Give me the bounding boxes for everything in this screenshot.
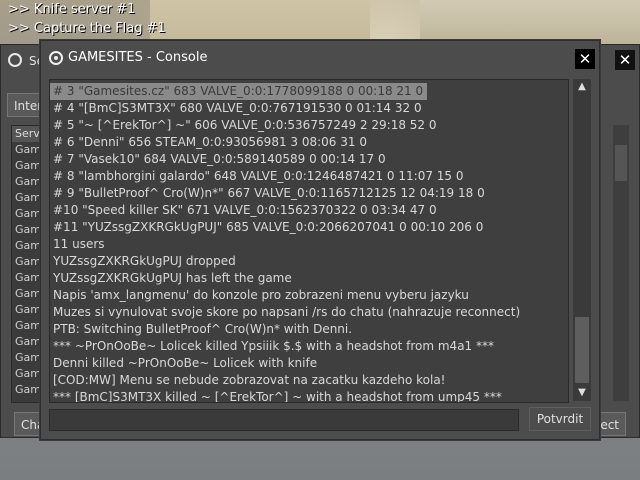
steam-logo-icon bbox=[8, 53, 22, 67]
console-line: YUZssgZXKRGkUgPUJ dropped bbox=[53, 254, 236, 268]
console-line: YUZssgZXKRGkUgPUJ has left the game bbox=[53, 271, 292, 285]
console-line: #11 "YUZssgZXKRGkUgPUJ" 685 VALVE_0:0:20… bbox=[53, 220, 484, 234]
scrollbar-thumb[interactable] bbox=[615, 145, 627, 181]
console-line: Denni killed ~PrOnOoBe~ Lolicek with kni… bbox=[53, 356, 318, 370]
server-list-scrollbar[interactable] bbox=[613, 125, 629, 401]
console-line: #10 "Speed killer SK" 671 VALVE_0:0:1562… bbox=[53, 203, 437, 217]
scroll-down-icon[interactable]: ▼ bbox=[574, 385, 590, 401]
close-icon[interactable]: ✕ bbox=[575, 49, 595, 69]
console-titlebar[interactable]: GAMESITES - Console ✕ bbox=[41, 41, 599, 75]
console-line: [COD:MW] Menu se nebude zobrazovat na za… bbox=[53, 373, 446, 387]
hud-line: >> Capture the Flag #1 bbox=[8, 21, 166, 36]
console-line: # 3 "Gamesites.cz" 683 VALVE_0:0:1778099… bbox=[50, 83, 428, 100]
console-line: 11 users bbox=[53, 237, 105, 251]
console-line-wrap: # 3 "Gamesites.cz" 683 VALVE_0:0:1778099… bbox=[50, 80, 568, 100]
console-line: # 7 "Vasek10" 684 VALVE_0:0:589140589 0 … bbox=[53, 152, 386, 166]
hud-line: >> Knife server #1 bbox=[8, 2, 136, 17]
console-line: # 4 "[BmC]S3MT3X" 680 VALVE_0:0:76719153… bbox=[53, 101, 422, 115]
console-line: # 9 "BulletProof^ Cro(W)n*" 667 VALVE_0:… bbox=[53, 186, 485, 200]
console-scrollbar[interactable]: ▲ ▼ bbox=[573, 79, 591, 401]
close-icon[interactable]: ✕ bbox=[615, 50, 635, 70]
console-line: # 5 "~ [^ErekTor^] ~" 606 VALVE_0:0:5367… bbox=[53, 118, 437, 132]
console-line: Napis 'amx_langmenu' do konzole pro zobr… bbox=[53, 288, 469, 302]
submit-button[interactable]: Potvrdit bbox=[529, 407, 591, 431]
scrollbar-thumb[interactable] bbox=[575, 317, 589, 383]
scroll-up-icon[interactable]: ▲ bbox=[574, 79, 590, 95]
console-line: # 8 "lambhorgini galardo" 648 VALVE_0:0:… bbox=[53, 169, 464, 183]
console-line: *** [BmC]S3MT3X killed ~ [^ErekTor^] ~ w… bbox=[53, 390, 502, 403]
console-line: PTB: Switching BulletProof^ Cro(W)n* wit… bbox=[53, 322, 353, 336]
console-window: GAMESITES - Console ✕ # 3 "Gamesites.cz"… bbox=[40, 40, 600, 440]
console-line: # 6 "Denni" 656 STEAM_0:0:93056981 3 08:… bbox=[53, 135, 367, 149]
console-output[interactable]: # 3 "Gamesites.cz" 683 VALVE_0:0:1778099… bbox=[49, 79, 569, 403]
console-line: Muzes si vynulovat svoje skore po napsan… bbox=[53, 305, 521, 319]
steam-logo-icon bbox=[49, 51, 63, 65]
console-command-input[interactable] bbox=[49, 409, 519, 431]
console-line: *** ~PrOnOoBe~ Lolicek killed Ypsiiik $.… bbox=[53, 339, 494, 353]
hud-server-list: >> Knife server #1 >> Capture the Flag #… bbox=[8, 0, 166, 38]
console-title: GAMESITES - Console bbox=[68, 50, 208, 65]
